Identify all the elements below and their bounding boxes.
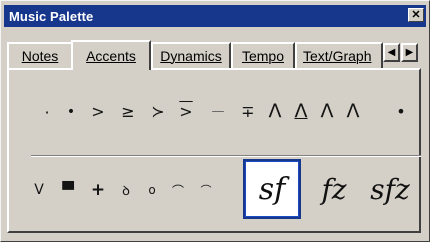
thumb-icon: ꝺ [122, 184, 130, 199]
accent-symbol-button[interactable]: ≥ [117, 100, 139, 122]
accent-symbol-button[interactable]: Λ [265, 99, 285, 123]
accent-symbol-button[interactable]: > [87, 100, 109, 122]
accent-symbol-button[interactable]: • [63, 102, 79, 122]
tab-text-graph-label: Text/Graph [303, 48, 372, 64]
tab-text-graph[interactable]: Text/Graph [295, 42, 383, 68]
close-button[interactable]: ✕ [408, 8, 424, 22]
marcato-icon: Λ [268, 100, 282, 122]
down-bow-icon: ▀ [62, 181, 74, 199]
dynamic-sf-button[interactable]: sf [243, 159, 301, 219]
tab-tempo-label: Tempo [241, 48, 285, 64]
accent-symbol-button[interactable]: ∓ [237, 100, 259, 122]
accent-symbol-button[interactable]: Λ [343, 99, 363, 123]
tenuto-icon: — [211, 103, 225, 119]
music-palette-window: Music Palette ✕ Notes Accents Dynamics T… [0, 0, 430, 242]
tab-dynamics[interactable]: Dynamics [151, 42, 231, 68]
marcato-staccato-icon: Λ [320, 100, 334, 122]
close-icon: ✕ [411, 8, 421, 21]
tab-bar: Notes Accents Dynamics Tempo Text/Graph … [7, 40, 421, 70]
accent-symbol-button[interactable]: ≻ [147, 100, 169, 122]
tab-scroll-right-button[interactable]: ▶ [401, 43, 418, 62]
palette-panel: · • > ≥ ≻ > — ∓ Λ Λ Λ Λ • V ▀ + ꝺ o ⌒ ⌒ … [7, 68, 421, 233]
accent-symbol-button[interactable]: Λ [291, 99, 311, 123]
tab-notes-label: Notes [21, 48, 59, 64]
fermata-icon: ⌒ [171, 183, 184, 198]
chevron-right-icon: ▶ [405, 47, 414, 58]
tab-scroll-left-button[interactable]: ◀ [383, 43, 400, 62]
accent-symbol-button[interactable]: V [31, 178, 47, 202]
chevron-left-icon: ◀ [387, 47, 396, 58]
marcato-staccato-dot-icon: Λ [346, 100, 360, 122]
tab-notes[interactable]: Notes [7, 42, 73, 68]
accent-icon: > [91, 101, 105, 121]
dynamic-sfz-label: sfz [370, 172, 410, 206]
staccatissimo-icon: • [396, 101, 406, 121]
window-title: Music Palette [9, 8, 94, 24]
title-bar[interactable]: Music Palette ✕ [4, 5, 426, 27]
row-divider [31, 155, 421, 157]
staccato-small-icon: · [44, 102, 50, 122]
tenuto-staccato-icon: ∓ [241, 101, 255, 121]
dynamic-fz-button[interactable]: fz [307, 162, 361, 216]
accent-tenuto-above-icon: ≻ [151, 101, 165, 121]
tab-accents[interactable]: Accents [71, 40, 151, 70]
accent-symbol-button[interactable]: ⌒ [197, 178, 215, 202]
dynamic-sf-label: sf [258, 171, 286, 207]
tab-tempo[interactable]: Tempo [231, 42, 295, 68]
marcato-tenuto-icon: Λ [294, 100, 308, 122]
accent-symbol-button[interactable]: ⌒ [169, 178, 187, 202]
accent-symbol-button[interactable]: o [143, 178, 161, 202]
accent-staccato-icon: > [179, 101, 193, 121]
staccato-icon: • [66, 104, 76, 120]
dynamic-sfz-button[interactable]: sfz [361, 162, 419, 216]
accent-symbol-button[interactable]: • [393, 100, 409, 122]
dynamic-fz-label: fz [321, 172, 347, 206]
accent-symbol-button[interactable]: — [207, 100, 229, 122]
accent-symbol-button[interactable]: · [39, 102, 55, 122]
tab-accents-label: Accents [86, 48, 136, 64]
accent-symbol-button[interactable]: Λ [317, 99, 337, 123]
accent-symbol-button[interactable]: + [89, 178, 107, 202]
stopped-icon: + [90, 180, 106, 200]
fermata-short-icon: ⌒ [200, 184, 212, 197]
accent-tenuto-icon: ≥ [121, 101, 135, 121]
harmonic-icon: o [148, 183, 156, 197]
accent-symbol-button[interactable]: > [175, 100, 197, 122]
accent-symbol-button[interactable]: ▀ [59, 178, 77, 202]
accent-symbol-button[interactable]: ꝺ [117, 178, 135, 202]
tab-dynamics-label: Dynamics [160, 48, 222, 64]
up-bow-icon: V [34, 182, 44, 198]
